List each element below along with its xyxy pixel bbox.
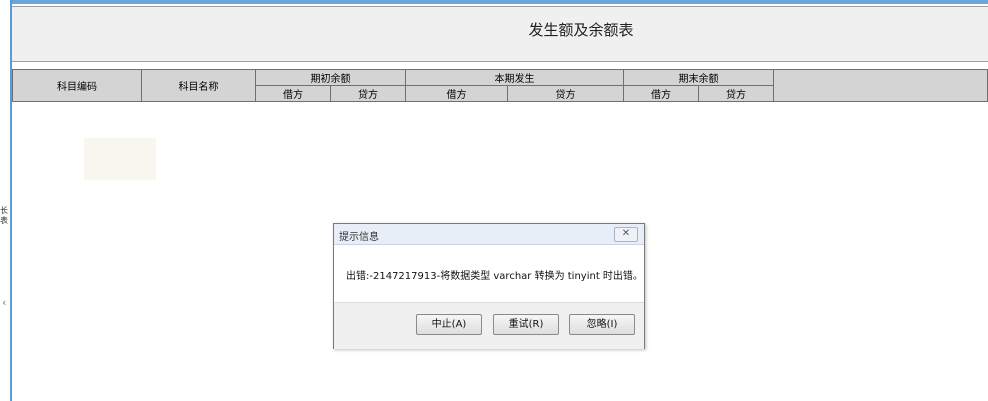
column-header-closing-credit[interactable]: 贷方 <box>698 85 774 102</box>
retry-button[interactable]: 重试(R) <box>493 314 559 335</box>
close-icon[interactable]: ✕ <box>614 227 638 242</box>
column-header-period-debit[interactable]: 借方 <box>405 85 508 102</box>
column-header-account-name[interactable]: 科目名称 <box>141 69 256 102</box>
abort-button[interactable]: 中止(A) <box>416 314 482 335</box>
column-header-account-code[interactable]: 科目编码 <box>12 69 142 102</box>
column-group-period-amount: 本期发生 <box>405 69 624 86</box>
window-top-border <box>12 0 988 4</box>
column-group-opening-balance: 期初余额 <box>255 69 406 86</box>
message-dialog: 提示信息 ✕ 出错:-2147217913-将数据类型 varchar 转换为 … <box>333 223 645 349</box>
dialog-message: 出错:-2147217913-将数据类型 varchar 转换为 tinyint… <box>346 271 643 282</box>
column-header-period-credit[interactable]: 贷方 <box>507 85 624 102</box>
report-table-header: 科目编码 科目名称 期初余额 本期发生 期末余额 借方 贷方 借方 贷方 借方 … <box>12 69 988 102</box>
dialog-button-bar: 中止(A) 重试(R) 忽略(I) <box>334 302 644 349</box>
left-collapsed-panel[interactable]: 长 表 ‹ <box>0 0 12 401</box>
left-panel-text-fragment: 长 表 <box>0 206 8 225</box>
column-header-closing-debit[interactable]: 借方 <box>623 85 699 102</box>
column-header-opening-credit[interactable]: 贷方 <box>330 85 406 102</box>
chevron-left-icon[interactable]: ‹ <box>2 296 6 309</box>
column-header-opening-debit[interactable]: 借方 <box>255 85 331 102</box>
column-group-closing-balance: 期末余额 <box>623 69 774 86</box>
dialog-titlebar[interactable]: 提示信息 ✕ <box>334 224 644 245</box>
column-header-filler <box>773 69 988 102</box>
render-artifact <box>84 138 156 180</box>
ignore-button[interactable]: 忽略(I) <box>569 314 635 335</box>
dialog-title: 提示信息 <box>339 232 379 243</box>
report-title-panel: 发生额及余额表 <box>12 6 988 62</box>
page-title: 发生额及余额表 <box>528 21 634 39</box>
